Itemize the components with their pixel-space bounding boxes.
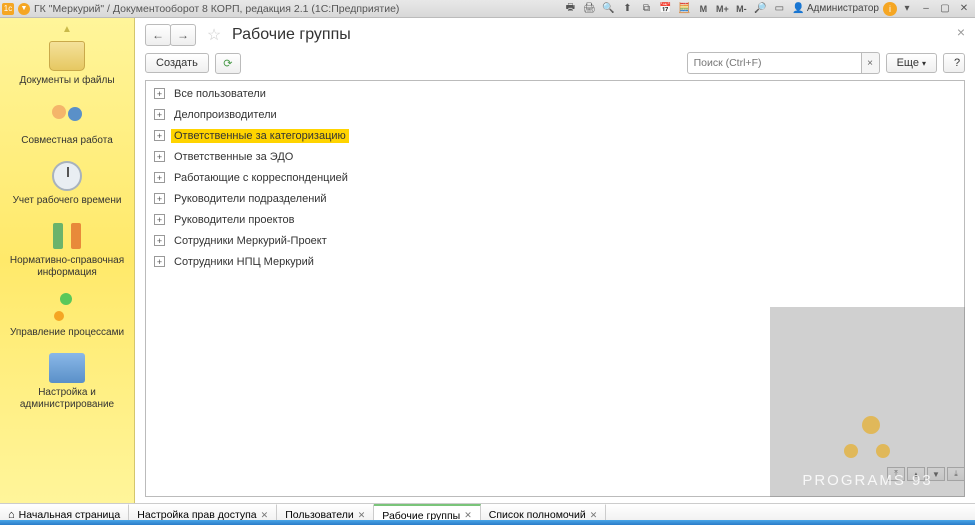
maximize-button[interactable]: ▢ [936, 1, 954, 17]
sidebar-item-collab[interactable]: Совместная работа [17, 101, 117, 147]
sidebar-item-label: Документы и файлы [15, 75, 118, 87]
books-icon [49, 221, 85, 251]
refresh-icon: ⟳ [223, 58, 232, 70]
search-input[interactable] [687, 52, 862, 74]
sidebar-item-admin[interactable]: Настройка и администрирование [0, 353, 134, 411]
user-badge[interactable]: 👤 Администратор [789, 3, 882, 14]
refresh-button[interactable]: ⟳ [215, 53, 241, 74]
app-icon: 1c [2, 3, 14, 15]
chevron-down-icon: ▾ [922, 59, 926, 68]
toolbar-zoom-icon[interactable]: 🔎 [751, 1, 769, 17]
tree-row[interactable]: + Ответственные за категоризацию [146, 125, 964, 146]
os-taskbar [0, 520, 975, 525]
nav-forward-button[interactable]: → [170, 24, 196, 46]
toolbar-link-icon[interactable]: ⬆ [618, 1, 636, 17]
sidebar-item-label: Настройка и администрирование [0, 387, 134, 411]
close-icon[interactable]: ✕ [358, 510, 366, 521]
expand-icon[interactable]: + [154, 256, 165, 267]
more-label: Еще [897, 57, 919, 69]
scroll-down-button[interactable]: ▼ [927, 467, 945, 481]
scroll-up-button[interactable]: ▲ [907, 467, 925, 481]
tree-item-label: Ответственные за ЭДО [171, 150, 296, 164]
search-clear-button[interactable]: × [862, 52, 880, 74]
titlebar-dropdown-icon[interactable]: ▼ [18, 3, 30, 15]
sidebar-item-label: Управление процессами [6, 327, 128, 339]
sidebar-item-reference[interactable]: Нормативно-справочная информация [0, 221, 134, 279]
server-icon [49, 353, 85, 383]
sidebar: ▲ Документы и файлы Совместная работа Уч… [0, 18, 135, 503]
tree-item-label: Ответственные за категоризацию [171, 129, 349, 143]
tree-row[interactable]: + Сотрудники Меркурий-Проект [146, 230, 964, 251]
sidebar-collapse-icon[interactable]: ▲ [62, 24, 72, 35]
process-icon [52, 293, 82, 323]
toolbar-mplus-icon[interactable]: M+ [713, 1, 731, 17]
toolbar-layout-icon[interactable]: ▭ [770, 1, 788, 17]
tree-row[interactable]: + Сотрудники НПЦ Меркурий [146, 251, 964, 272]
sidebar-item-documents[interactable]: Документы и файлы [15, 41, 118, 87]
scroll-bottom-button[interactable]: ⤓ [947, 467, 965, 481]
nav-back-button[interactable]: ← [145, 24, 171, 46]
expand-icon[interactable]: + [154, 172, 165, 183]
sidebar-item-label: Учет рабочего времени [9, 195, 126, 207]
main-area: ← → ☆ Рабочие группы × Создать ⟳ × Еще ▾… [135, 18, 975, 503]
toolbar-m-icon[interactable]: M [694, 1, 712, 17]
sidebar-item-label: Нормативно-справочная информация [0, 255, 134, 279]
tree-item-label: Делопроизводители [171, 108, 280, 122]
tree-row[interactable]: + Руководители подразделений [146, 188, 964, 209]
tree-row[interactable]: + Все пользователи [146, 83, 964, 104]
scroll-top-button[interactable]: ⤒ [887, 467, 905, 481]
close-page-button[interactable]: × [957, 24, 965, 40]
expand-icon[interactable]: + [154, 214, 165, 225]
toolbar-calendar-icon[interactable]: 📅 [656, 1, 674, 17]
tree-row[interactable]: + Ответственные за ЭДО [146, 146, 964, 167]
titlebar: 1c ▼ ГК "Меркурий" / Документооборот 8 К… [0, 0, 975, 18]
toolbar-compare-icon[interactable]: 🔍 [599, 1, 617, 17]
create-button[interactable]: Создать [145, 53, 209, 73]
tree-item-label: Все пользователи [171, 87, 269, 101]
tree-item-label: Сотрудники НПЦ Меркурий [171, 255, 317, 269]
tree-row[interactable]: + Работающие с корреспонденцией [146, 167, 964, 188]
info-dropdown-icon[interactable]: ▾ [898, 1, 916, 17]
clock-icon [52, 161, 82, 191]
sidebar-item-label: Совместная работа [17, 135, 117, 147]
user-label: Администратор [807, 3, 879, 14]
content-area: + Все пользователи + Делопроизводители + Отве… [145, 80, 965, 497]
folder-icon [49, 41, 85, 71]
page-title: Рабочие группы [232, 26, 351, 44]
window-title: ГК "Меркурий" / Документооборот 8 КОРП, … [34, 3, 399, 15]
tree-row[interactable]: + Руководители проектов [146, 209, 964, 230]
close-icon[interactable]: ✕ [261, 510, 269, 521]
expand-icon[interactable]: + [154, 130, 165, 141]
sidebar-item-process[interactable]: Управление процессами [6, 293, 128, 339]
expand-icon[interactable]: + [154, 235, 165, 246]
tree-item-label: Сотрудники Меркурий-Проект [171, 234, 330, 248]
toolbar-printer-icon[interactable]: 🖨 [580, 1, 598, 17]
close-icon[interactable]: ✕ [590, 510, 598, 521]
user-icon: 👤 [792, 3, 804, 14]
info-icon[interactable]: i [883, 2, 897, 16]
tree: + Все пользователи + Делопроизводители + Отве… [146, 81, 964, 274]
expand-icon[interactable]: + [154, 151, 165, 162]
people-icon [49, 101, 85, 131]
minimize-button[interactable]: – [917, 1, 935, 17]
sidebar-item-time[interactable]: Учет рабочего времени [9, 161, 126, 207]
toolbar-print-icon[interactable]: 🖶 [561, 1, 579, 17]
expand-icon[interactable]: + [154, 109, 165, 120]
favorite-icon[interactable]: ☆ [204, 25, 224, 45]
toolbar-copy-icon[interactable]: ⧉ [637, 1, 655, 17]
tree-item-label: Руководители проектов [171, 213, 297, 227]
tree-item-label: Руководители подразделений [171, 192, 330, 206]
tree-item-label: Работающие с корреспонденцией [171, 171, 351, 185]
expand-icon[interactable]: + [154, 88, 165, 99]
close-window-button[interactable]: ✕ [955, 1, 973, 17]
expand-icon[interactable]: + [154, 193, 165, 204]
tree-row[interactable]: + Делопроизводители [146, 104, 964, 125]
help-button[interactable]: ? [943, 53, 965, 73]
toolbar-mminus-icon[interactable]: M- [732, 1, 750, 17]
more-button[interactable]: Еще ▾ [886, 53, 937, 73]
scroll-controls: ⤒ ▲ ▼ ⤓ [887, 467, 965, 481]
toolbar-calc-icon[interactable]: 🧮 [675, 1, 693, 17]
